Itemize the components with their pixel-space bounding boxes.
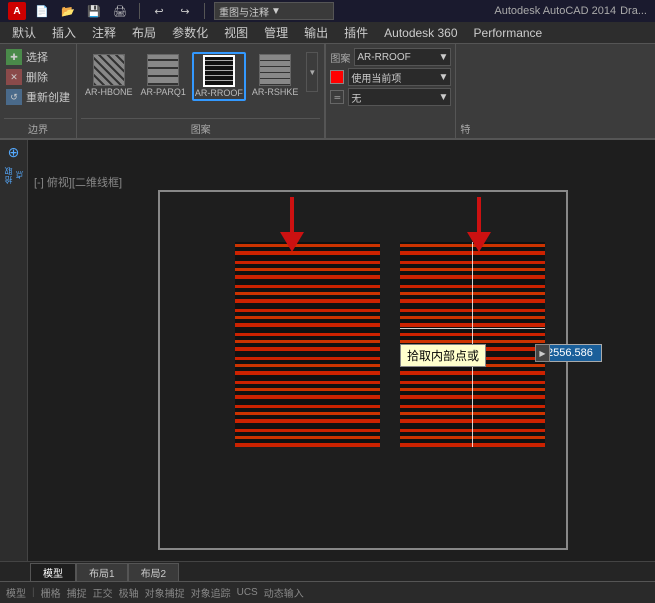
recreate-tool-btn[interactable]: ↺ 重新创建	[4, 88, 72, 106]
menu-bar: 默认 插入 注释 布局 参数化 视图 管理 输出 插件 Autodesk 360…	[0, 22, 655, 44]
autocad-logo: A	[8, 2, 26, 20]
hatch-rect-left	[235, 242, 380, 447]
menu-view[interactable]: 视图	[216, 22, 256, 44]
rroof-label: AR-RROOF	[195, 88, 243, 98]
status-ucs[interactable]: UCS	[237, 587, 258, 598]
arrowhead-right	[467, 232, 491, 252]
status-dynin[interactable]: 动态输入	[264, 585, 304, 600]
special-tools-label: 特	[455, 44, 655, 138]
save-btn[interactable]: 💾	[84, 2, 104, 20]
pattern-label: 图案	[330, 50, 350, 65]
arrow-left	[280, 197, 304, 252]
left-toolbar: ⊕ 拾取点	[0, 140, 28, 581]
coordinate-input[interactable]: 2556.586	[542, 344, 602, 362]
menu-manage[interactable]: 管理	[256, 22, 296, 44]
tooltip-options-btn[interactable]: ▶	[535, 344, 550, 362]
status-otrack[interactable]: 对象追踪	[191, 585, 231, 600]
pattern-rshke-btn[interactable]: AR-RSHKE	[250, 52, 301, 99]
menu-plugins[interactable]: 插件	[336, 22, 376, 44]
pattern-scroll[interactable]: ▼	[306, 52, 318, 92]
drawing-area[interactable]: [-] 俯视][二维线框]	[28, 170, 655, 603]
title-bar: A 📄 📂 💾 🖨 ↩ ↪ 重图与注释 ▼ Autodesk AutoCAD 2…	[0, 0, 655, 22]
recreate-icon: ↺	[6, 89, 22, 105]
rroof-icon	[203, 55, 235, 87]
ribbon-panels: ✚ 选择 ✕ 删除 ↺ 重新创建 边界	[0, 44, 655, 138]
status-grid[interactable]: 栅格	[41, 585, 61, 600]
content-area: ⊕ 拾取点 [-] 俯视][二维线框]	[0, 140, 655, 603]
boundary-panel-label: 边界	[4, 118, 72, 136]
arrow-shaft-left	[290, 197, 294, 232]
pattern-panel-label: 图案	[81, 118, 320, 136]
ribbon-right-panel: 图案 AR-RROOF ▼ 使用当前项 ▼ ═ 无	[325, 44, 455, 138]
parq1-icon	[147, 54, 179, 86]
pick-point-btn[interactable]: ⊕ 拾取点	[2, 144, 26, 188]
ribbon: ✚ 选择 ✕ 删除 ↺ 重新创建 边界	[0, 44, 655, 140]
separator2	[204, 3, 205, 19]
menu-layout[interactable]: 布局	[124, 22, 164, 44]
use-current-dropdown[interactable]: 使用当前项 ▼	[348, 68, 451, 86]
menu-insert[interactable]: 插入	[44, 22, 84, 44]
arrow-right	[467, 197, 491, 252]
linetype-icon: ═	[330, 90, 344, 104]
delete-icon: ✕	[6, 69, 22, 85]
separator	[139, 3, 140, 19]
use-current-row: 使用当前项 ▼	[330, 68, 451, 86]
workspace-selector[interactable]: 重图与注释 ▼	[214, 2, 334, 20]
pattern-row: 图案 AR-RROOF ▼	[330, 48, 451, 66]
title-bar-right: Autodesk AutoCAD 2014 Dra...	[494, 5, 647, 17]
redo-btn[interactable]: ↪	[175, 2, 195, 20]
tooltip-box: 拾取内部点或	[400, 344, 486, 367]
none-dropdown[interactable]: 无 ▼	[348, 88, 451, 106]
pattern-parq1-btn[interactable]: AR-PARQ1	[139, 52, 188, 99]
arrow-shaft-right	[477, 197, 481, 232]
tab-layout2[interactable]: 布局2	[128, 563, 180, 581]
boundary-tools: ✚ 选择 ✕ 删除 ↺ 重新创建	[4, 48, 72, 116]
menu-parametric[interactable]: 参数化	[164, 22, 216, 44]
status-bar: 模型 | 栅格 捕捉 正交 极轴 对象捕捉 对象追踪 UCS 动态输入	[0, 581, 655, 603]
tab-bar: 模型 布局1 布局2	[0, 561, 655, 581]
title-bar-left: A 📄 📂 💾 🖨 ↩ ↪ 重图与注释 ▼	[8, 2, 334, 20]
hbone-icon	[93, 54, 125, 86]
status-model: 模型	[6, 585, 26, 600]
print-btn[interactable]: 🖨	[110, 2, 130, 20]
parq1-label: AR-PARQ1	[141, 87, 186, 97]
menu-annotate[interactable]: 注释	[84, 22, 124, 44]
pattern-rroof-btn[interactable]: AR-RROOF	[192, 52, 246, 101]
ribbon-panel-patterns: AR-HBONE AR-PARQ1 AR-RROOF AR-RSHKE	[77, 44, 325, 138]
menu-default[interactable]: 默认	[4, 22, 44, 44]
color-swatch-red	[330, 70, 344, 84]
status-osnap[interactable]: 对象捕捉	[145, 585, 185, 600]
rshke-label: AR-RSHKE	[252, 87, 299, 97]
menu-performance[interactable]: Performance	[466, 22, 551, 44]
status-snap[interactable]: 捕捉	[67, 585, 87, 600]
open-btn[interactable]: 📂	[58, 2, 78, 20]
app-window: A 📄 📂 💾 🖨 ↩ ↪ 重图与注释 ▼ Autodesk AutoCAD 2…	[0, 0, 655, 603]
status-polar[interactable]: 极轴	[119, 585, 139, 600]
ribbon-panel-boundary: ✚ 选择 ✕ 删除 ↺ 重新创建 边界	[0, 44, 77, 138]
menu-output[interactable]: 输出	[296, 22, 336, 44]
rshke-icon	[259, 54, 291, 86]
delete-tool-btn[interactable]: ✕ 删除	[4, 68, 72, 86]
roof-pattern-left	[235, 242, 380, 447]
none-row: ═ 无 ▼	[330, 88, 451, 106]
select-tool-btn[interactable]: ✚ 选择	[4, 48, 72, 66]
pattern-tools: AR-HBONE AR-PARQ1 AR-RROOF AR-RSHKE	[81, 48, 320, 116]
tab-layout1[interactable]: 布局1	[76, 563, 128, 581]
tab-model[interactable]: 模型	[30, 563, 76, 581]
drawing-border: 拾取内部点或 2556.586 ▶	[158, 190, 568, 550]
hbone-label: AR-HBONE	[85, 87, 133, 97]
undo-btn[interactable]: ↩	[149, 2, 169, 20]
pattern-hbone-btn[interactable]: AR-HBONE	[83, 52, 135, 99]
view-label: [-] 俯视][二维线框]	[34, 174, 122, 190]
pattern-dropdown[interactable]: AR-RROOF ▼	[354, 48, 451, 66]
menu-autodesk360[interactable]: Autodesk 360	[376, 22, 465, 44]
select-icon: ✚	[6, 49, 22, 65]
new-btn[interactable]: 📄	[32, 2, 52, 20]
status-ortho[interactable]: 正交	[93, 585, 113, 600]
arrowhead-left	[280, 232, 304, 252]
